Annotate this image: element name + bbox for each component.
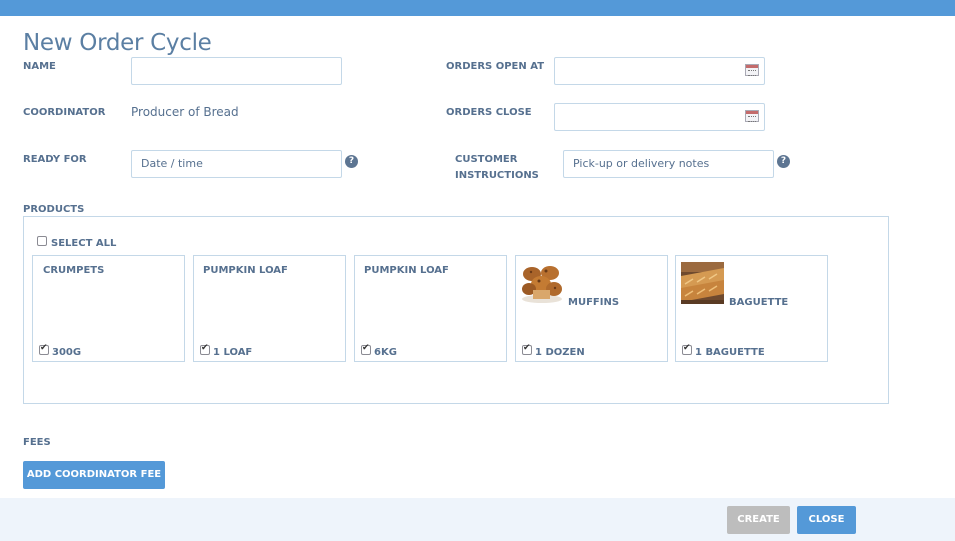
- product-name: BAGUETTE: [729, 297, 789, 308]
- product-variant: 1 DOZEN: [535, 347, 585, 358]
- orders-open-at-input[interactable]: [554, 57, 765, 85]
- select-all-checkbox[interactable]: [37, 236, 47, 246]
- select-all-label[interactable]: SELECT ALL: [51, 238, 116, 249]
- create-button[interactable]: CREATE: [727, 506, 790, 534]
- product-name: MUFFINS: [568, 297, 620, 308]
- customer-instructions-label-line1: CUSTOMER: [455, 154, 518, 165]
- name-label: NAME: [23, 61, 56, 72]
- product-variant: 1 BAGUETTE: [695, 347, 765, 358]
- baguette-image: [681, 262, 724, 304]
- calendar-icon[interactable]: [745, 64, 759, 76]
- ready-for-input[interactable]: Date / time: [131, 150, 342, 178]
- product-variant: 1 LOAF: [213, 347, 253, 358]
- orders-close-input[interactable]: [554, 103, 765, 131]
- help-icon[interactable]: ?: [345, 155, 358, 168]
- product-checkbox[interactable]: [200, 343, 210, 355]
- product-card: MUFFINS 1 DOZEN: [515, 255, 668, 362]
- ready-for-label: READY FOR: [23, 154, 87, 165]
- product-variant: 300G: [52, 347, 82, 358]
- calendar-icon[interactable]: [745, 110, 759, 122]
- product-checkbox[interactable]: [682, 343, 692, 355]
- product-card: PUMPKIN LOAF 6KG: [354, 255, 507, 362]
- product-checkbox[interactable]: [39, 343, 49, 355]
- product-card: CRUMPETS 300G: [32, 255, 185, 362]
- coordinator-label: COORDINATOR: [23, 107, 106, 118]
- help-icon[interactable]: ?: [777, 155, 790, 168]
- name-input[interactable]: [131, 57, 342, 85]
- customer-instructions-label-line2: INSTRUCTIONS: [455, 170, 539, 181]
- product-card: BAGUETTE 1 BAGUETTE: [675, 255, 828, 362]
- product-variant: 6KG: [374, 347, 397, 358]
- product-name: PUMPKIN LOAF: [364, 265, 449, 276]
- coordinator-value: Producer of Bread: [131, 105, 239, 119]
- product-checkbox[interactable]: [361, 343, 371, 355]
- customer-instructions-input[interactable]: Pick-up or delivery notes: [563, 150, 774, 178]
- orders-close-label: ORDERS CLOSE: [446, 107, 532, 118]
- dialog-top-bar: [0, 0, 955, 16]
- product-name: CRUMPETS: [43, 265, 105, 276]
- customer-instructions-label: CUSTOMER INSTRUCTIONS: [455, 152, 539, 184]
- product-card: PUMPKIN LOAF 1 LOAF: [193, 255, 346, 362]
- add-coordinator-fee-button[interactable]: ADD COORDINATOR FEE: [23, 461, 165, 489]
- fees-label: FEES: [23, 437, 51, 448]
- dialog-title: New Order Cycle: [23, 30, 212, 56]
- product-name: PUMPKIN LOAF: [203, 265, 288, 276]
- orders-open-at-label: ORDERS OPEN AT: [446, 61, 545, 72]
- muffins-image: [521, 262, 564, 304]
- product-checkbox[interactable]: [522, 343, 532, 355]
- close-button[interactable]: CLOSE: [797, 506, 856, 534]
